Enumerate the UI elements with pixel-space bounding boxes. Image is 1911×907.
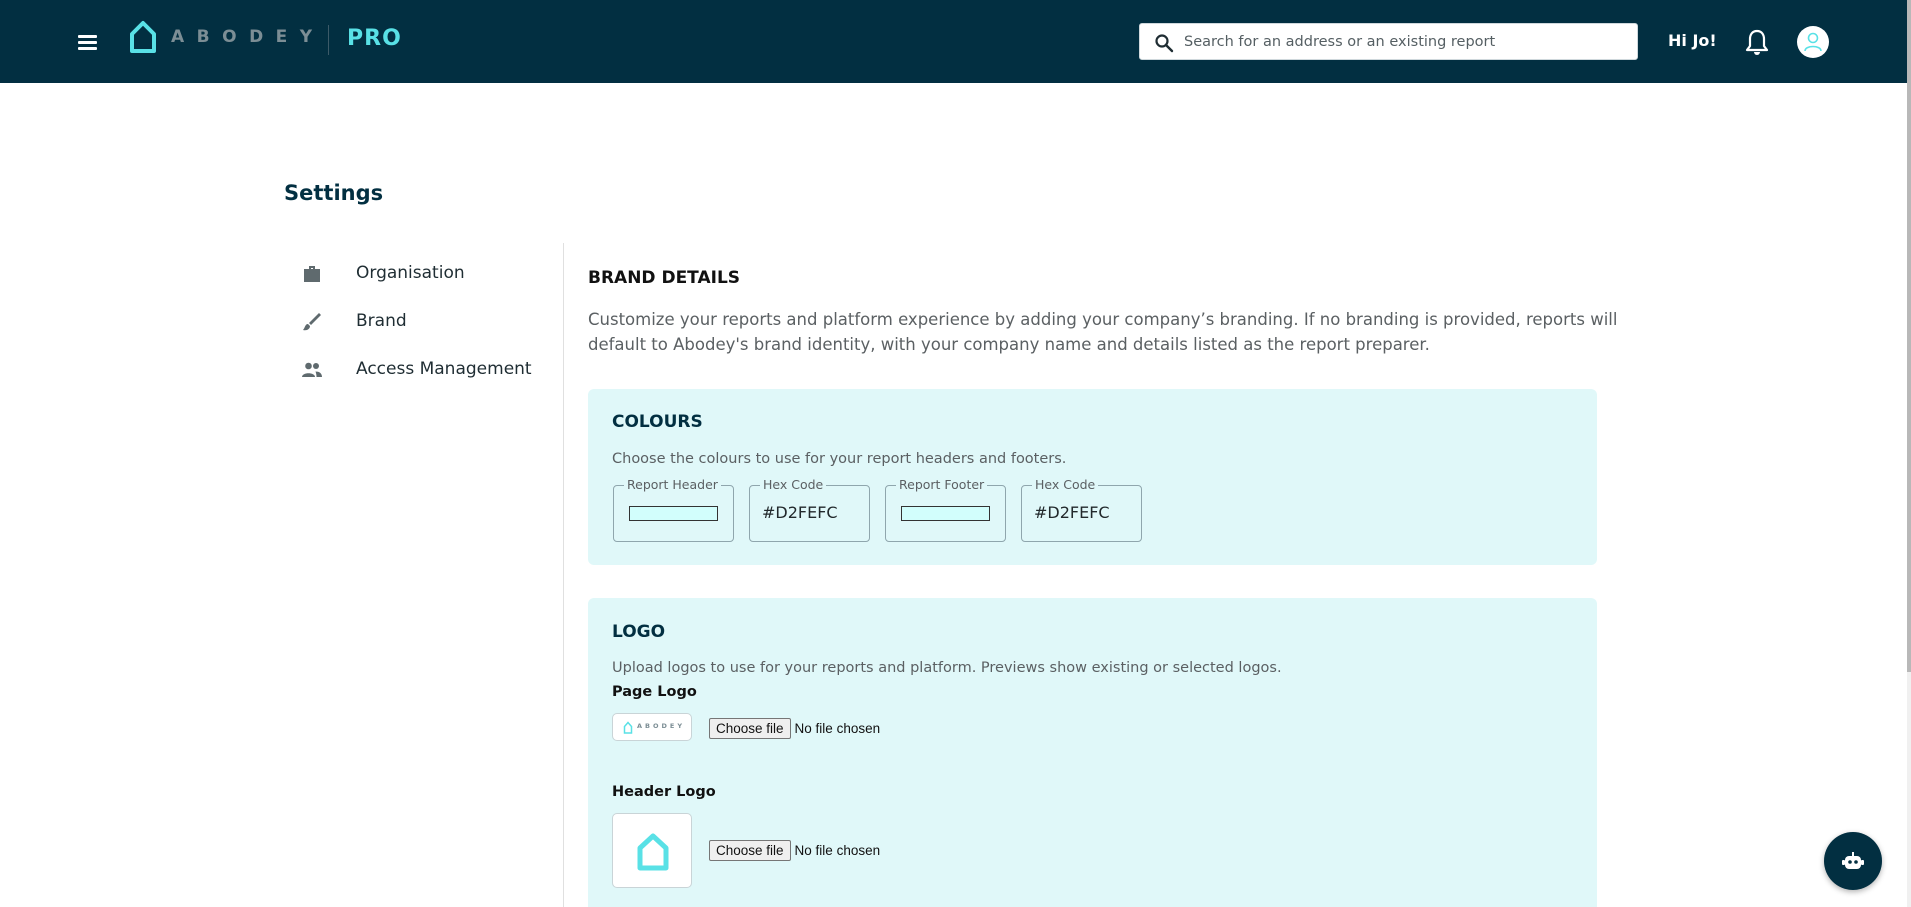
field-label: Report Header [624, 477, 721, 492]
sidebar-item-organisation[interactable]: Organisation [300, 259, 560, 289]
page-scrollbar[interactable] [1907, 0, 1911, 907]
header-logo-preview [612, 813, 692, 888]
sidebar-item-brand[interactable]: Brand [300, 307, 560, 337]
abodey-house-logo-icon [130, 21, 156, 53]
field-label: Hex Code [760, 477, 827, 492]
user-avatar-icon [1804, 32, 1822, 52]
brush-icon [303, 313, 321, 331]
colours-heading: COLOURS [612, 412, 703, 432]
briefcase-icon [304, 266, 320, 282]
sidebar-item-access-management[interactable]: Access Management [300, 355, 560, 385]
pro-badge: PRO [347, 26, 402, 51]
colours-card: COLOURS Choose the colours to use for yo… [588, 389, 1597, 565]
logo-description: Upload logos to use for your reports and… [612, 660, 1282, 676]
abodey-house-logo-icon [637, 833, 669, 871]
report-header-hex-value[interactable]: #D2FEFC [762, 503, 838, 522]
logo-card: LOGO Upload logos to use for your report… [588, 598, 1597, 907]
header-logo-file-status: No file chosen [794, 843, 881, 858]
report-footer-colour-picker[interactable] [901, 506, 990, 521]
colours-description: Choose the colours to use for your repor… [612, 451, 1067, 467]
page-logo-label: Page Logo [612, 684, 697, 700]
top-navigation-bar: ABODEY PRO Hi Jo! [0, 0, 1907, 83]
page-logo-preview-wordmark: ABODEY [637, 722, 686, 730]
page-logo-preview: ABODEY [612, 713, 692, 741]
search-bar[interactable] [1139, 23, 1638, 60]
chat-assistant-button[interactable] [1824, 832, 1882, 890]
notification-bell-icon[interactable] [1744, 28, 1770, 56]
page-title: Settings [284, 181, 384, 205]
people-icon [302, 362, 322, 377]
brand-details-heading: BRAND DETAILS [588, 268, 741, 288]
logo-wordmark: ABODEY [171, 27, 325, 47]
robot-icon [1842, 852, 1864, 869]
sidebar-item-label: Brand [356, 311, 407, 331]
brand-details-description: Customize your reports and platform expe… [588, 310, 1618, 354]
field-label: Report Footer [896, 477, 988, 492]
header-logo-upload[interactable]: Choose file No file chosen [709, 840, 880, 861]
hamburger-menu-icon[interactable] [76, 30, 100, 54]
user-greeting: Hi Jo! [1668, 31, 1717, 50]
search-icon [1155, 34, 1174, 53]
sidebar-divider [563, 243, 564, 907]
logo-divider [328, 25, 329, 55]
header-logo-choose-file-button[interactable]: Choose file [709, 840, 791, 861]
report-header-colour-picker[interactable] [629, 506, 718, 521]
page-logo-file-status: No file chosen [794, 721, 881, 736]
search-input[interactable] [1184, 24, 1624, 59]
user-avatar[interactable] [1797, 26, 1829, 58]
report-header-hex-field[interactable]: Hex Code #D2FEFC [749, 477, 870, 542]
report-footer-hex-value[interactable]: #D2FEFC [1034, 503, 1110, 522]
field-label: Hex Code [1032, 477, 1099, 492]
report-footer-colour-field[interactable]: Report Footer [885, 477, 1006, 542]
report-footer-hex-field[interactable]: Hex Code #D2FEFC [1021, 477, 1142, 542]
header-logo-label: Header Logo [612, 784, 716, 800]
report-header-colour-field[interactable]: Report Header [613, 477, 734, 542]
sidebar-item-label: Access Management [356, 359, 532, 379]
page-logo-upload[interactable]: Choose file No file chosen [709, 718, 880, 739]
page-logo-choose-file-button[interactable]: Choose file [709, 718, 791, 739]
scrollbar-thumb[interactable] [1907, 0, 1911, 672]
abodey-house-logo-icon [623, 721, 633, 734]
sidebar-item-label: Organisation [356, 263, 465, 283]
logo-heading: LOGO [612, 622, 666, 642]
